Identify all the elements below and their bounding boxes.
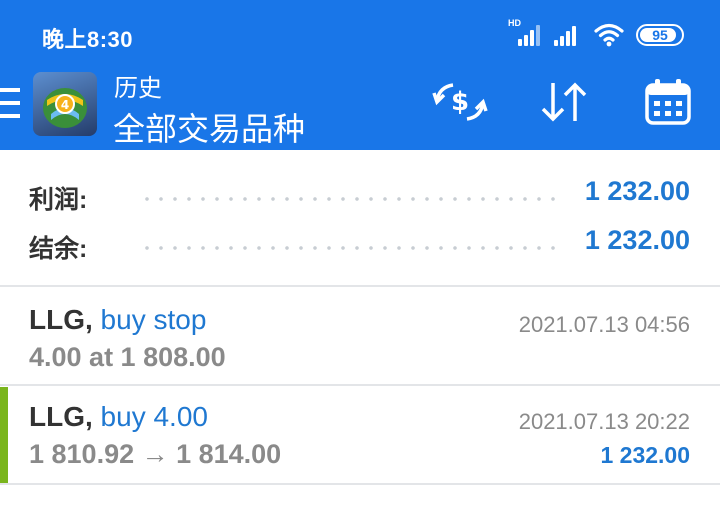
history-time: 2021.07.13 20:22	[518, 409, 690, 434]
history-action: buy stop	[92, 304, 207, 335]
battery-level: 95	[652, 27, 668, 43]
status-time: 晚上8:30	[42, 27, 134, 52]
balance-value: 1 232.00	[584, 225, 690, 255]
divider	[0, 384, 720, 386]
hd-signal-icon: HD	[508, 18, 540, 46]
svg-text:4: 4	[61, 98, 69, 112]
history-profit: 1 232.00	[600, 442, 690, 468]
currency-exchange-icon: $	[432, 83, 488, 121]
profit-label: 利润:	[29, 186, 88, 214]
network-badge: HD	[508, 18, 521, 28]
app-header: 晚上8:30 HD 95 4 历史 全部交易品种 $	[0, 0, 720, 150]
history-time: 2021.07.13 04:56	[518, 312, 690, 337]
history-action: buy 4.00	[92, 401, 208, 432]
history-row-deal[interactable]: LLG, buy 4.00 1 810.92 → 1 814.00 2021.0…	[0, 387, 720, 483]
history-detail: 1 810.92 → 1 814.00	[29, 439, 282, 469]
balance-label: 结余:	[29, 235, 88, 263]
symbol-filter[interactable]: 全部交易品种	[113, 104, 305, 150]
profit-accent-bar	[0, 387, 8, 483]
history-detail: 4.00 at 1 808.00	[29, 342, 226, 372]
history-title: LLG, buy 4.00	[29, 401, 208, 433]
history-symbol: LLG,	[29, 304, 93, 335]
history-title: LLG, buy stop	[29, 304, 206, 336]
status-icons: HD 95	[508, 18, 684, 50]
currency-exchange-button[interactable]: $	[430, 74, 490, 130]
app-logo-icon: 4	[33, 72, 97, 136]
page-title: 历史	[114, 75, 162, 102]
dot-leader	[140, 197, 560, 201]
balance-row: 结余: 1 232.00	[0, 219, 720, 269]
menu-icon[interactable]	[0, 88, 20, 118]
signal-icon	[552, 24, 582, 46]
profit-value: 1 232.00	[584, 176, 690, 206]
battery-icon: 95	[636, 24, 684, 46]
profit-row: 利润: 1 232.00	[0, 170, 720, 220]
svg-text:$: $	[451, 87, 469, 117]
calendar-button[interactable]	[638, 74, 698, 130]
wifi-icon	[594, 23, 624, 47]
history-row-order[interactable]: LLG, buy stop 4.00 at 1 808.00 2021.07.1…	[0, 290, 720, 386]
dot-leader	[140, 246, 560, 250]
calendar-icon	[645, 79, 691, 125]
sort-icon	[541, 82, 587, 122]
history-symbol: LLG,	[29, 401, 93, 432]
status-bar: 晚上8:30 HD 95	[0, 0, 720, 66]
divider	[0, 483, 720, 485]
summary-panel: 利润: 1 232.00 结余: 1 232.00	[0, 150, 720, 285]
divider	[0, 285, 720, 287]
sort-button[interactable]	[534, 74, 594, 130]
